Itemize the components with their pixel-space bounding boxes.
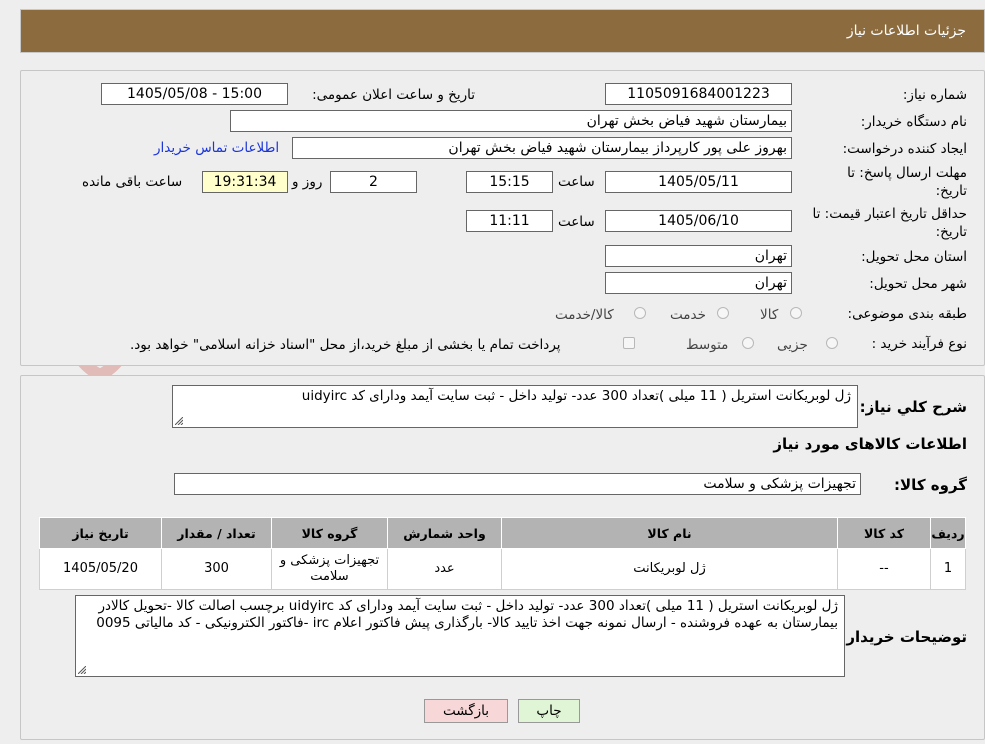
col-header-need-date: تاریخ نیاز <box>39 517 162 549</box>
days-label: روز و <box>292 174 323 190</box>
deadline-time-label: ساعت <box>558 174 595 190</box>
process-radio-medium[interactable] <box>742 337 754 349</box>
announce-datetime-field: 1405/05/08 - 15:00 <box>101 83 288 105</box>
col-header-item-code: کد کالا <box>837 517 931 549</box>
page-header: جزئیات اطلاعات نیاز <box>20 9 985 53</box>
validity-label-date: تاریخ: <box>935 224 967 240</box>
items-table: ردیف کد کالا نام کالا واحد شمارش گروه کا… <box>39 517 966 590</box>
cell-item-name: ژل لوبریکانت <box>501 548 838 590</box>
deadline-label-date: تاریخ: <box>935 183 967 199</box>
remaining-days-field: 2 <box>330 171 417 193</box>
process-label: نوع فرآیند خرید : <box>871 336 967 352</box>
remaining-time-label: ساعت باقی مانده <box>82 174 183 190</box>
deadline-label: مهلت ارسال پاسخ: تا <box>847 165 967 181</box>
goods-group-label: گروه کالا: <box>894 476 967 494</box>
resize-grip-icon[interactable] <box>175 417 183 425</box>
process-option-minor: جزیی <box>777 337 808 353</box>
table-row: 1 -- ژل لوبریکانت عدد تجهیزات پزشکی و سل… <box>39 548 966 590</box>
cell-item-code: -- <box>837 548 931 590</box>
city-label: شهر محل تحویل: <box>869 276 967 292</box>
col-header-group: گروه کالا <box>271 517 388 549</box>
process-radio-minor[interactable] <box>826 337 838 349</box>
need-number-field: 1105091684001223 <box>605 83 792 105</box>
category-option-goods-service: کالا/خدمت <box>555 307 614 323</box>
goods-group-field: تجهیزات پزشکی و سلامت <box>174 473 861 495</box>
description-textarea[interactable]: ژل لوبریکانت استریل ( 11 میلی )تعداد 300… <box>172 385 858 428</box>
treasury-checkbox[interactable] <box>623 337 635 349</box>
payment-note: پرداخت تمام یا بخشی از مبلغ خرید،از محل … <box>130 337 561 353</box>
cell-group: تجهیزات پزشکی و سلامت <box>271 548 388 590</box>
col-header-quantity: تعداد / مقدار <box>161 517 272 549</box>
validity-label: حداقل تاریخ اعتبار قیمت: تا <box>812 206 967 222</box>
col-header-unit: واحد شمارش <box>387 517 502 549</box>
buyer-org-label: نام دستگاه خریدار: <box>860 114 967 130</box>
description-text: ژل لوبریکانت استریل ( 11 میلی )تعداد 300… <box>301 388 851 404</box>
remaining-time-field: 19:31:34 <box>202 171 288 193</box>
creator-label: ایجاد کننده درخواست: <box>842 141 967 157</box>
buyer-notes-text: ژل لوبریکانت استریل ( 11 میلی )تعداد 300… <box>96 598 838 631</box>
description-label: شرح كلي نياز: <box>859 398 967 416</box>
col-header-row-number: ردیف <box>930 517 966 549</box>
province-label: استان محل تحویل: <box>861 249 967 265</box>
announce-label: تاریخ و ساعت اعلان عمومی: <box>312 87 475 103</box>
cell-need-date: 1405/05/20 <box>39 548 162 590</box>
validity-time-label: ساعت <box>558 214 595 230</box>
page-title: جزئیات اطلاعات نیاز <box>846 23 966 39</box>
category-label: طبقه بندی موضوعی: <box>847 306 967 322</box>
back-button[interactable]: بازگشت <box>424 699 508 723</box>
creator-field: بهروز علی پور کارپرداز بیمارستان شهید فی… <box>292 137 792 159</box>
cell-row-number: 1 <box>930 548 966 590</box>
print-button[interactable]: چاپ <box>518 699 580 723</box>
need-number-label: شماره نیاز: <box>902 87 967 103</box>
buyer-contact-link[interactable]: اطلاعات تماس خریدار <box>154 140 279 156</box>
validity-date-field: 1405/06/10 <box>605 210 792 232</box>
buyer-notes-textarea[interactable]: ژل لوبریکانت استریل ( 11 میلی )تعداد 300… <box>75 595 845 677</box>
category-radio-goods-service[interactable] <box>634 307 646 319</box>
deadline-date-field: 1405/05/11 <box>605 171 792 193</box>
category-option-goods: کالا <box>760 307 779 323</box>
buyer-org-field: بیمارستان شهید فیاض بخش تهران <box>230 110 792 132</box>
cell-unit: عدد <box>387 548 502 590</box>
deadline-time-field: 15:15 <box>466 171 553 193</box>
category-radio-service[interactable] <box>717 307 729 319</box>
category-radio-goods[interactable] <box>790 307 802 319</box>
resize-grip-icon[interactable] <box>78 666 86 674</box>
validity-time-field: 11:11 <box>466 210 553 232</box>
goods-info-title: اطلاعات کالاهای مورد نیاز <box>773 435 967 453</box>
table-header-row: ردیف کد کالا نام کالا واحد شمارش گروه کا… <box>39 517 966 549</box>
buyer-notes-label: توضیحات خریدار: <box>840 628 967 646</box>
category-option-service: خدمت <box>670 307 706 323</box>
province-field: تهران <box>605 245 792 267</box>
process-option-medium: متوسط <box>686 337 729 353</box>
cell-quantity: 300 <box>161 548 272 590</box>
col-header-item-name: نام کالا <box>501 517 838 549</box>
city-field: تهران <box>605 272 792 294</box>
